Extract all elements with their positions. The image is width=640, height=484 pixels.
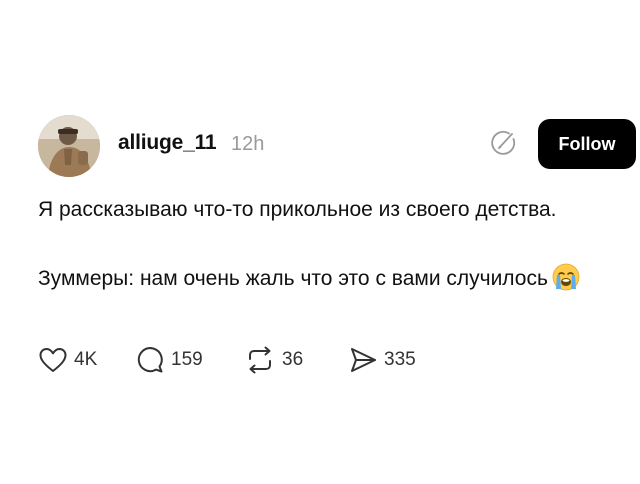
post-text-line-2-container: Зуммеры: нам очень жаль что это с вами с… — [38, 262, 598, 295]
comment-bubble-icon — [137, 347, 163, 373]
send-icon — [351, 348, 376, 372]
comment-count: 159 — [171, 349, 203, 370]
avatar-photo-icon — [38, 115, 100, 177]
post-text-line-2: Зуммеры: нам очень жаль что это с вами с… — [38, 267, 548, 290]
edit-icon[interactable] — [488, 128, 518, 158]
avatar[interactable] — [38, 115, 100, 177]
share-button[interactable]: 335 — [348, 343, 416, 377]
repost-icon — [249, 346, 271, 374]
loudly-crying-face-icon — [552, 263, 580, 291]
comment-button[interactable]: 159 — [135, 343, 203, 377]
post-text-line-1: Я рассказываю что-то прикольное из своег… — [38, 198, 557, 221]
post-timestamp: 12h — [231, 133, 265, 155]
share-count: 335 — [384, 349, 416, 370]
follow-button[interactable]: Follow — [538, 119, 636, 169]
heart-icon — [39, 348, 67, 372]
like-count: 4K — [74, 349, 98, 370]
username[interactable]: alliuge_11 — [118, 131, 217, 155]
repost-button[interactable]: 36 — [244, 343, 303, 377]
like-button[interactable]: 4K — [38, 343, 97, 377]
post-card: alliuge_11 12h Follow Я рассказываю что-… — [0, 0, 640, 484]
repost-count: 36 — [282, 349, 304, 370]
